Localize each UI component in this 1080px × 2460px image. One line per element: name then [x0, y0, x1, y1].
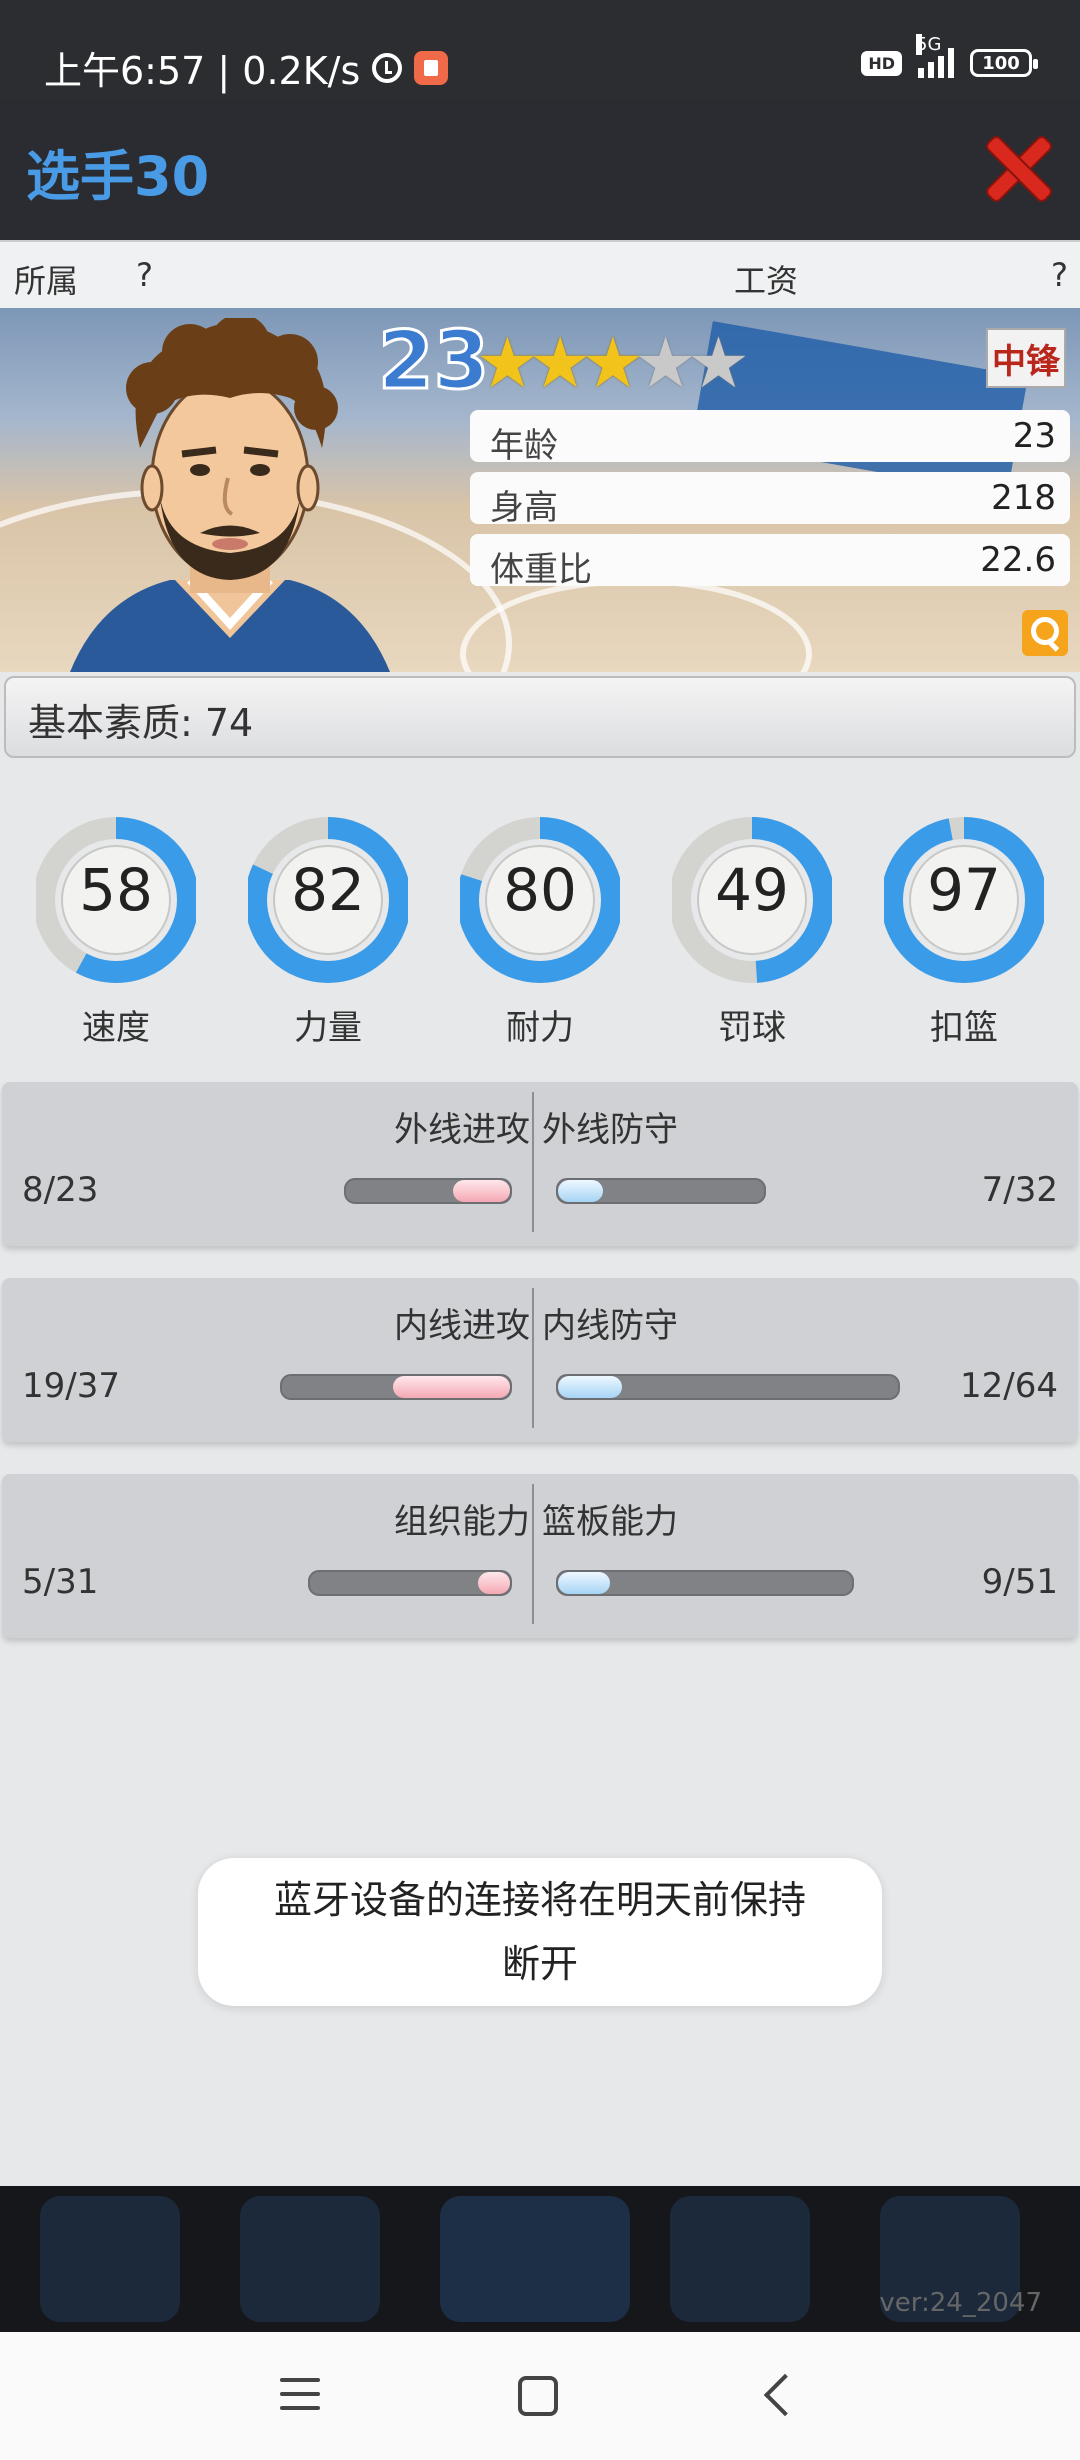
left-ability-title: 外线进攻 [394, 1110, 530, 1150]
hd-icon: HD [861, 50, 902, 76]
stat-weight-ratio: 体重比 22.6 [470, 534, 1070, 590]
status-right: HD 5G 100 [861, 34, 1038, 78]
panel-divider [532, 1092, 534, 1232]
right-ability-fill [558, 1572, 610, 1594]
left-ability-value: 19/37 [22, 1366, 120, 1406]
version-label: ver:24_2047 [879, 2288, 1042, 2318]
ability-panel-interior: 内线进攻 内线防守 19/37 12/64 [2, 1278, 1078, 1442]
tab-ghost-icon[interactable] [40, 2196, 180, 2322]
stat-label: 体重比 [490, 550, 592, 590]
star-empty-icon: ★ [687, 322, 750, 404]
battery-icon: 100 [970, 49, 1038, 77]
right-ability-title: 内线防守 [542, 1306, 678, 1346]
tab-ghost-icon[interactable] [670, 2196, 810, 2322]
stat-value: 23 [1012, 416, 1056, 456]
player-number: 23 [376, 313, 490, 409]
stat-value: 218 [991, 478, 1056, 518]
stat-label: 年龄 [490, 426, 558, 466]
ring-value: 80 [503, 856, 577, 924]
player-card: 23 ★ ★ ★ ★ ★ 中锋 年龄 23 身高 218 体重比 22.6 [0, 308, 1080, 672]
toast-message: 蓝牙设备的连接将在明天前保持 断开 [198, 1858, 882, 2006]
ring-value: 82 [291, 856, 365, 924]
left-ability-title: 组织能力 [394, 1502, 530, 1542]
panel-divider [532, 1288, 534, 1428]
right-ability-bar [556, 1178, 766, 1204]
search-icon[interactable] [1022, 610, 1068, 656]
right-ability-bar [556, 1374, 900, 1400]
header: 选手30 [0, 100, 1080, 240]
ability-panel-perimeter: 外线进攻 外线防守 8/23 7/32 [2, 1082, 1078, 1246]
close-icon[interactable] [982, 134, 1052, 204]
right-ability-value: 9/51 [981, 1562, 1058, 1602]
ring-value: 97 [927, 856, 1001, 924]
left-ability-bar [280, 1374, 512, 1400]
menu-icon[interactable] [280, 2378, 320, 2414]
alarm-icon [372, 52, 403, 83]
ring-label: 罚球 [718, 1008, 786, 1048]
court-line [460, 578, 812, 672]
salary-value: ? [1051, 256, 1068, 294]
right-ability-title: 外线防守 [542, 1110, 678, 1150]
left-ability-fill [477, 1572, 510, 1594]
left-ability-title: 内线进攻 [394, 1306, 530, 1346]
network-label: 5G [916, 34, 942, 55]
player-avatar [70, 318, 390, 672]
team-label: 所属 [14, 262, 79, 300]
left-ability-value: 5/31 [22, 1562, 99, 1602]
stat-age: 年龄 23 [470, 410, 1070, 466]
ring-label: 速度 [82, 1008, 150, 1048]
ring-strength: 82 力量 [248, 808, 408, 1048]
ring-label: 力量 [294, 1008, 362, 1048]
right-ability-fill [558, 1180, 604, 1202]
stat-value: 22.6 [980, 540, 1056, 580]
ring-dunk: 97 扣篮 [884, 808, 1044, 1048]
right-ability-fill [558, 1376, 622, 1398]
left-ability-value: 8/23 [22, 1170, 99, 1210]
position-badge: 中锋 [986, 328, 1066, 388]
stat-height: 身高 218 [470, 472, 1070, 528]
status-bar: 上午6:57 | 0.2K/s HD 5G 100 [0, 0, 1080, 100]
game-tab-bar: ver:24_2047 [0, 2186, 1080, 2332]
left-ability-fill [392, 1376, 510, 1398]
base-quality-text: 基本素质: 74 [28, 701, 254, 745]
status-left: 上午6:57 | 0.2K/s [44, 40, 449, 95]
right-ability-bar [556, 1570, 854, 1596]
left-ability-fill [452, 1180, 510, 1202]
back-icon[interactable] [763, 2373, 807, 2417]
home-icon[interactable] [518, 2376, 558, 2416]
ring-label: 扣篮 [930, 1008, 998, 1048]
team-value: ? [136, 256, 153, 294]
panel-divider [532, 1484, 534, 1624]
ring-label: 耐力 [506, 1008, 574, 1048]
info-row: 所属 ? 工资 ? [0, 240, 1080, 310]
app-notification-icon [414, 50, 449, 85]
status-time: 上午6:57 | 0.2K/s [44, 49, 361, 93]
right-ability-value: 12/64 [960, 1366, 1058, 1406]
ring-speed: 58 速度 [36, 808, 196, 1048]
right-ability-value: 7/32 [981, 1170, 1058, 1210]
toast-line-1: 蓝牙设备的连接将在明天前保持 [273, 1878, 806, 1922]
ring-value: 49 [715, 856, 789, 924]
tab-ghost-icon[interactable] [240, 2196, 380, 2322]
right-ability-title: 篮板能力 [542, 1502, 678, 1542]
signal-icon: 5G [916, 34, 954, 78]
ring-value: 58 [79, 856, 153, 924]
ring-stamina: 80 耐力 [460, 808, 620, 1048]
toast-line-2: 断开 [501, 1942, 578, 1986]
left-ability-bar [308, 1570, 512, 1596]
ability-panel-playmaking: 组织能力 篮板能力 5/31 9/51 [2, 1474, 1078, 1638]
ring-free-throw: 49 罚球 [672, 808, 832, 1048]
left-ability-bar [344, 1178, 512, 1204]
stat-label: 身高 [490, 488, 558, 528]
salary-label: 工资 [734, 262, 799, 300]
base-quality-bar: 基本素质: 74 [4, 676, 1076, 758]
system-nav-bar [0, 2332, 1080, 2460]
page-title: 选手30 [26, 145, 210, 208]
tab-ghost-icon[interactable] [440, 2196, 630, 2322]
star-rating: ★ ★ ★ ★ ★ [476, 328, 750, 398]
